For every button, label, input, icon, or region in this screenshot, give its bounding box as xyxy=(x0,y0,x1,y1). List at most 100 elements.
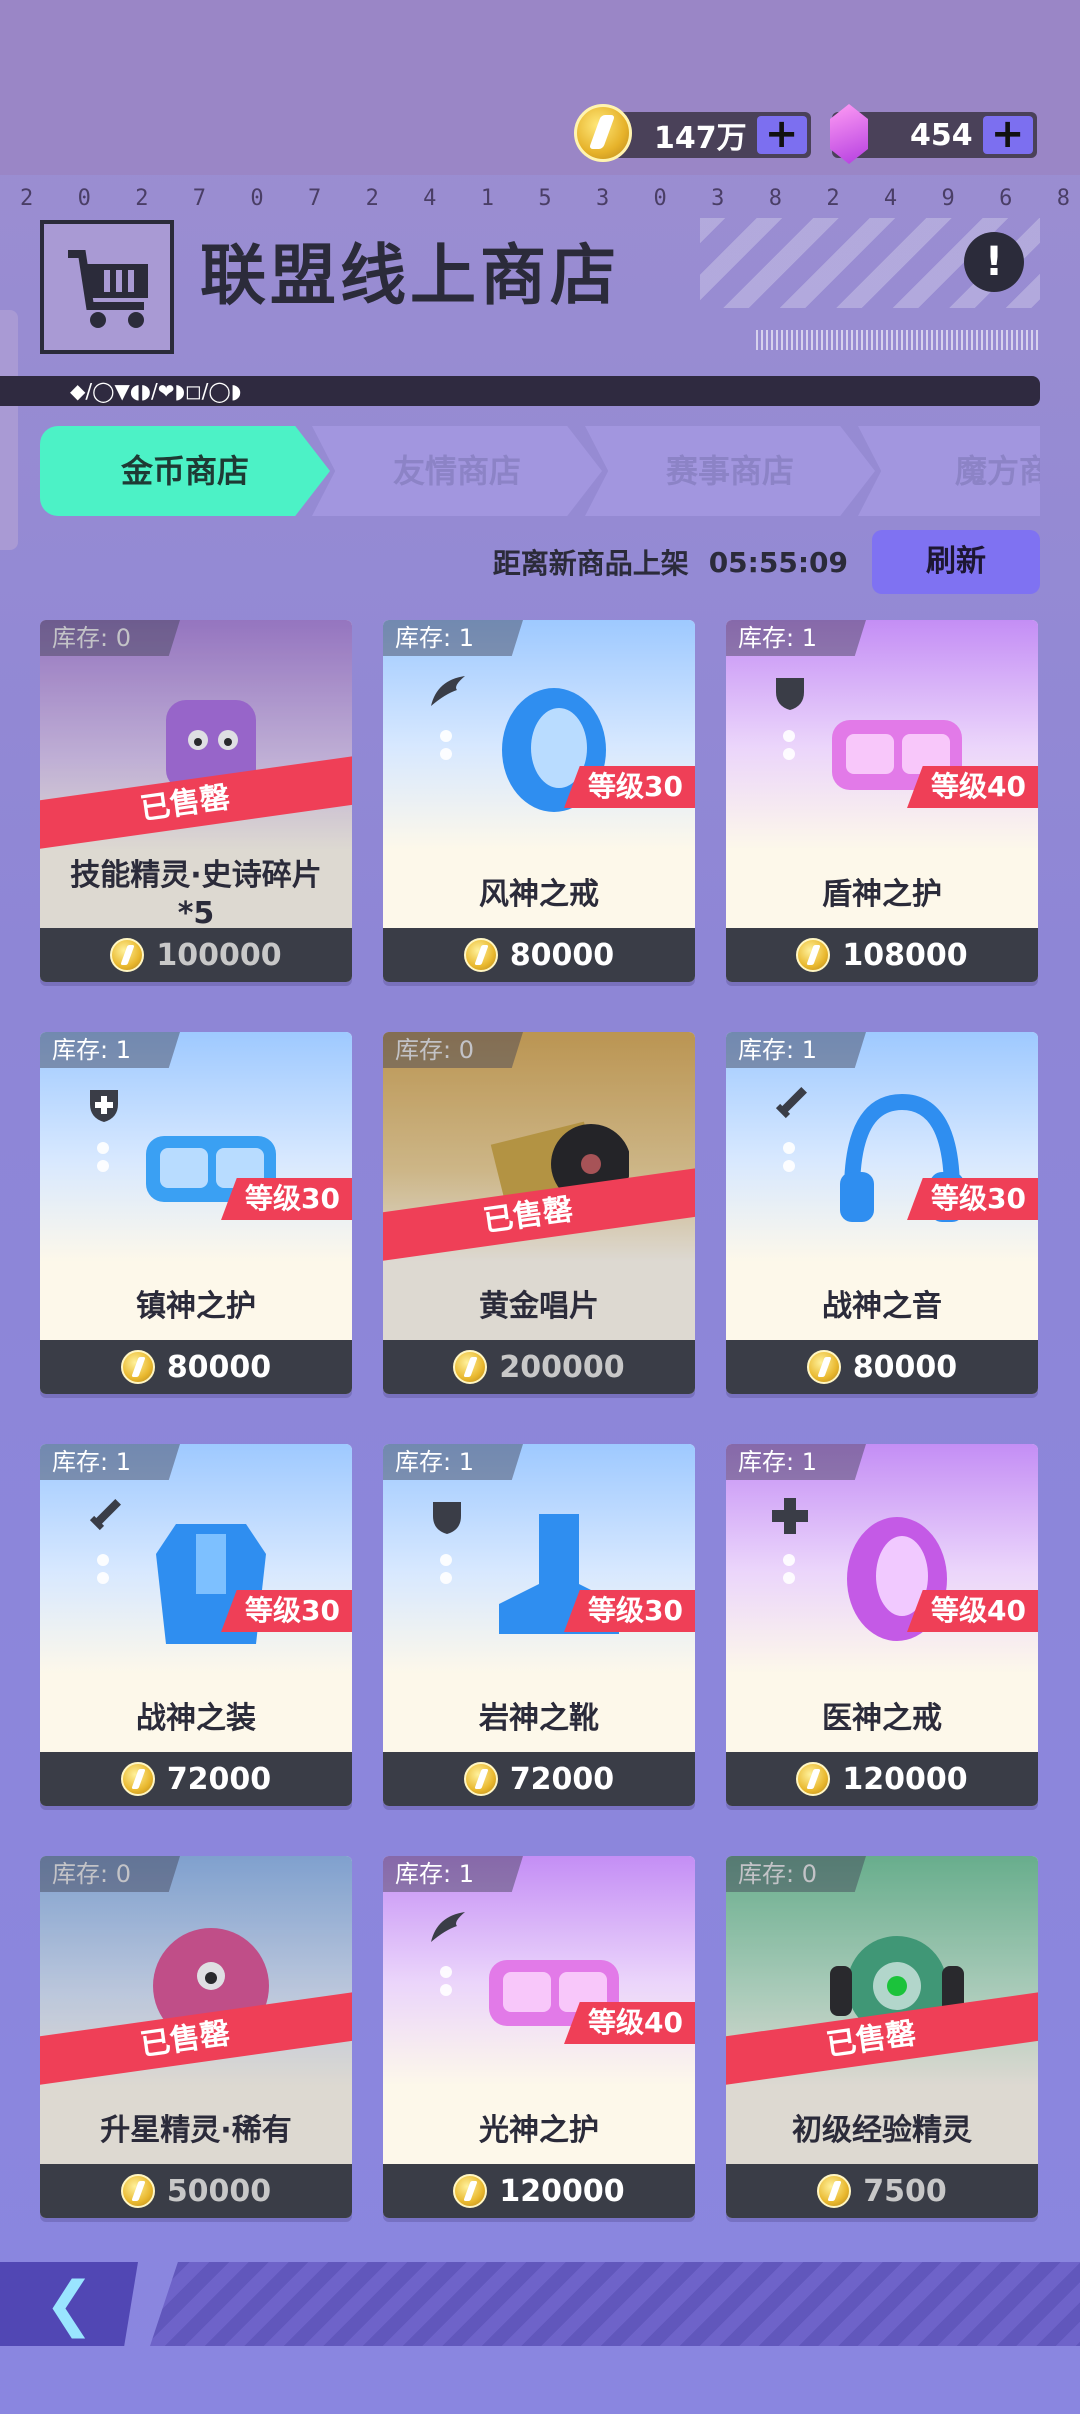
gem-amount: 454 xyxy=(910,117,973,153)
tab-event-shop[interactable]: 赛事商店 xyxy=(585,426,875,516)
serial-digit: 8 xyxy=(768,186,782,211)
shop-item-card[interactable]: 库存: 1 等级30 战神之音 80000 xyxy=(726,1032,1038,1394)
coin-icon xyxy=(574,104,632,162)
plus-class-icon xyxy=(772,1498,808,1534)
serial-digit: 9 xyxy=(941,186,955,211)
coin-icon xyxy=(463,938,498,972)
serial-digit: 4 xyxy=(423,186,437,211)
price-bar: 50000 xyxy=(40,2164,352,2218)
stock-label: 库存: 1 xyxy=(383,1856,523,1892)
coin-icon xyxy=(806,1350,841,1384)
page-title: 联盟线上商店 xyxy=(200,237,620,314)
tab-cube-shop[interactable]: 魔方商 xyxy=(858,426,1040,516)
shop-item-card[interactable]: 库存: 0 已售罄 黄金唱片 200000 xyxy=(383,1032,695,1394)
coin-icon xyxy=(110,938,145,972)
shop-item-card[interactable]: 库存: 1 等级30 风神之戒 80000 xyxy=(383,620,695,982)
coin-pill: 147万 + xyxy=(574,104,811,162)
wing-class-icon xyxy=(431,676,465,706)
cart-icon xyxy=(68,250,148,328)
level-requirement-tag: 等级40 xyxy=(907,1590,1038,1632)
rarity-dots xyxy=(440,1966,452,2002)
stock-label: 库存: 1 xyxy=(726,1032,866,1068)
wing-class-icon xyxy=(431,1912,465,1942)
item-price: 120000 xyxy=(499,2173,625,2209)
shop-item-card[interactable]: 库存: 1 等级40 医神之戒 120000 xyxy=(726,1444,1038,1806)
serial-digit: 0 xyxy=(653,186,667,211)
add-gems-button[interactable]: + xyxy=(982,114,1033,154)
price-bar: 120000 xyxy=(383,2164,695,2218)
serial-digit: 2 xyxy=(20,186,34,211)
gem-currency: 454 + xyxy=(830,104,1037,164)
bottom-decoration xyxy=(150,2262,1080,2346)
item-price: 80000 xyxy=(509,937,615,973)
shop-item-card[interactable]: 库存: 0 已售罄 技能精灵·史诗碎片*5 100000 xyxy=(40,620,352,982)
shop-cart-icon xyxy=(40,220,174,354)
shop-item-card[interactable]: 库存: 1 等级30 镇神之护 80000 xyxy=(40,1032,352,1394)
shop-item-card[interactable]: 库存: 1 等级40 盾神之护 108000 xyxy=(726,620,1038,982)
shop-item-card[interactable]: 库存: 1 等级40 光神之护 120000 xyxy=(383,1856,695,2218)
stock-label: 库存: 1 xyxy=(40,1444,180,1480)
level-requirement-tag: 等级30 xyxy=(221,1178,352,1220)
rarity-dots xyxy=(783,1554,795,1590)
info-icon[interactable]: ! xyxy=(964,232,1024,292)
serial-digit: 2 xyxy=(135,186,149,211)
stock-label: 库存: 1 xyxy=(726,1444,866,1480)
coin-icon xyxy=(453,2174,488,2208)
price-bar: 80000 xyxy=(726,1340,1038,1394)
level-requirement-tag: 等级30 xyxy=(907,1178,1038,1220)
serial-digit: 8 xyxy=(1056,186,1070,211)
serial-digit: 2 xyxy=(365,186,379,211)
symbol-strip: ◆/◯▼◖◗/❤◗◻/◯◗ xyxy=(0,376,1040,406)
back-button[interactable]: ❮ xyxy=(0,2262,138,2346)
rarity-dots xyxy=(440,730,452,766)
gem-pill: 454 + xyxy=(830,104,1037,164)
cross-shield-class-icon xyxy=(90,1090,118,1122)
item-price: 7500 xyxy=(863,2173,947,2209)
add-coins-button[interactable]: + xyxy=(756,114,807,154)
serial-digit: 7 xyxy=(307,186,322,211)
serial-digit: 7 xyxy=(192,186,207,211)
level-requirement-tag: 等级30 xyxy=(564,766,695,808)
price-bar: 72000 xyxy=(40,1752,352,1806)
refresh-row: 距离新商品上架 05:55:09 刷新 xyxy=(493,530,1040,594)
serial-digit: 5 xyxy=(538,186,552,211)
serial-digit: 2 xyxy=(826,186,840,211)
serial-digit: 3 xyxy=(711,186,725,211)
side-handle xyxy=(0,310,18,550)
coin-icon xyxy=(120,2174,155,2208)
price-bar: 80000 xyxy=(40,1340,352,1394)
coin-icon xyxy=(120,1762,155,1796)
shop-item-card[interactable]: 库存: 1 等级30 战神之装 72000 xyxy=(40,1444,352,1806)
item-price: 200000 xyxy=(499,1349,625,1385)
shop-item-card[interactable]: 库存: 1 等级30 岩神之靴 72000 xyxy=(383,1444,695,1806)
refresh-countdown: 05:55:09 xyxy=(708,545,848,579)
level-requirement-tag: 等级40 xyxy=(564,2002,695,2044)
item-price: 80000 xyxy=(852,1349,958,1385)
shop-item-card[interactable]: 库存: 0 已售罄 初级经验精灵 7500 xyxy=(726,1856,1038,2218)
stock-label: 库存: 1 xyxy=(40,1032,180,1068)
price-bar: 108000 xyxy=(726,928,1038,982)
tab-coin-shop[interactable]: 金币商店 xyxy=(40,426,330,516)
serial-digit: 0 xyxy=(250,186,264,211)
gem-icon xyxy=(830,104,868,164)
shop-item-card[interactable]: 库存: 0 已售罄 升星精灵·稀有 50000 xyxy=(40,1856,352,2218)
level-requirement-tag: 等级40 xyxy=(907,766,1038,808)
shield-class-icon xyxy=(776,678,804,710)
item-price: 80000 xyxy=(166,1349,272,1385)
coin-icon xyxy=(796,938,831,972)
serial-digit: 3 xyxy=(595,186,610,211)
stock-label: 库存: 1 xyxy=(383,620,523,656)
item-price: 120000 xyxy=(842,1761,968,1797)
refresh-button[interactable]: 刷新 xyxy=(872,530,1040,594)
item-price: 50000 xyxy=(166,2173,272,2209)
serial-digit: 0 xyxy=(77,186,91,211)
serial-digits: 2 0 2 7 0 7 2 4 1 5 3 0 3 8 2 4 9 6 8 xyxy=(20,186,1070,211)
price-bar: 7500 xyxy=(726,2164,1038,2218)
tab-friendship-shop[interactable]: 友情商店 xyxy=(312,426,602,516)
coin-currency: 147万 + xyxy=(574,104,811,162)
rarity-dots xyxy=(97,1554,109,1590)
sword-class-icon xyxy=(89,1499,121,1531)
serial-digit: 1 xyxy=(480,186,494,211)
shop-tabs: 金币商店 友情商店 赛事商店 魔方商 xyxy=(40,426,1040,516)
item-price: 108000 xyxy=(842,937,968,973)
